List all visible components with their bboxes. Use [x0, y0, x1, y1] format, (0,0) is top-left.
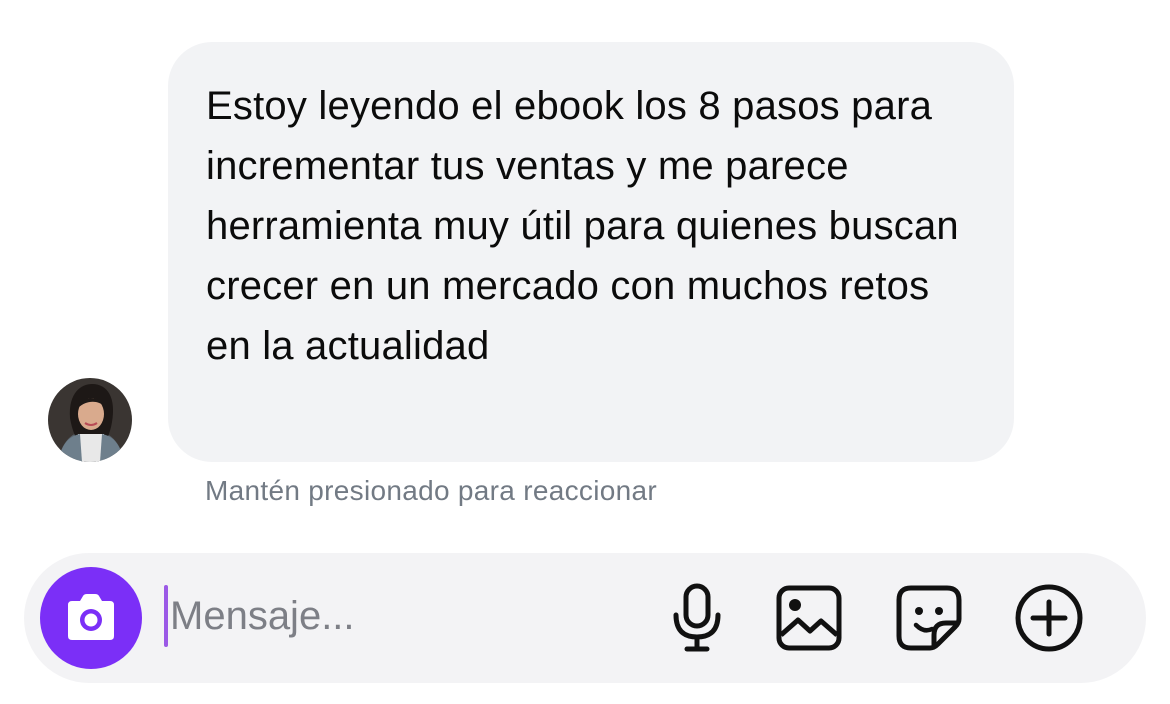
message-bubble[interactable]: Estoy leyendo el ebook los 8 pasos para … — [168, 42, 1014, 462]
gallery-button[interactable] — [772, 581, 846, 655]
dm-thread: Estoy leyendo el ebook los 8 pasos para … — [0, 0, 1170, 704]
microphone-icon — [673, 583, 721, 652]
reaction-hint: Mantén presionado para reaccionar — [205, 475, 657, 506]
sticker-button[interactable] — [892, 581, 966, 655]
message-composer — [24, 553, 1146, 683]
gallery-icon — [776, 585, 842, 651]
message-text: Estoy leyendo el ebook los 8 pasos para … — [206, 84, 959, 368]
text-caret — [164, 585, 168, 647]
camera-icon — [68, 594, 114, 640]
more-options-button[interactable] — [1012, 581, 1086, 655]
avatar[interactable] — [48, 378, 132, 462]
microphone-button[interactable] — [660, 581, 734, 655]
camera-button[interactable] — [40, 567, 142, 669]
sticker-icon — [896, 585, 962, 651]
plus-circle-icon — [1015, 584, 1083, 652]
message-input[interactable] — [170, 581, 620, 651]
